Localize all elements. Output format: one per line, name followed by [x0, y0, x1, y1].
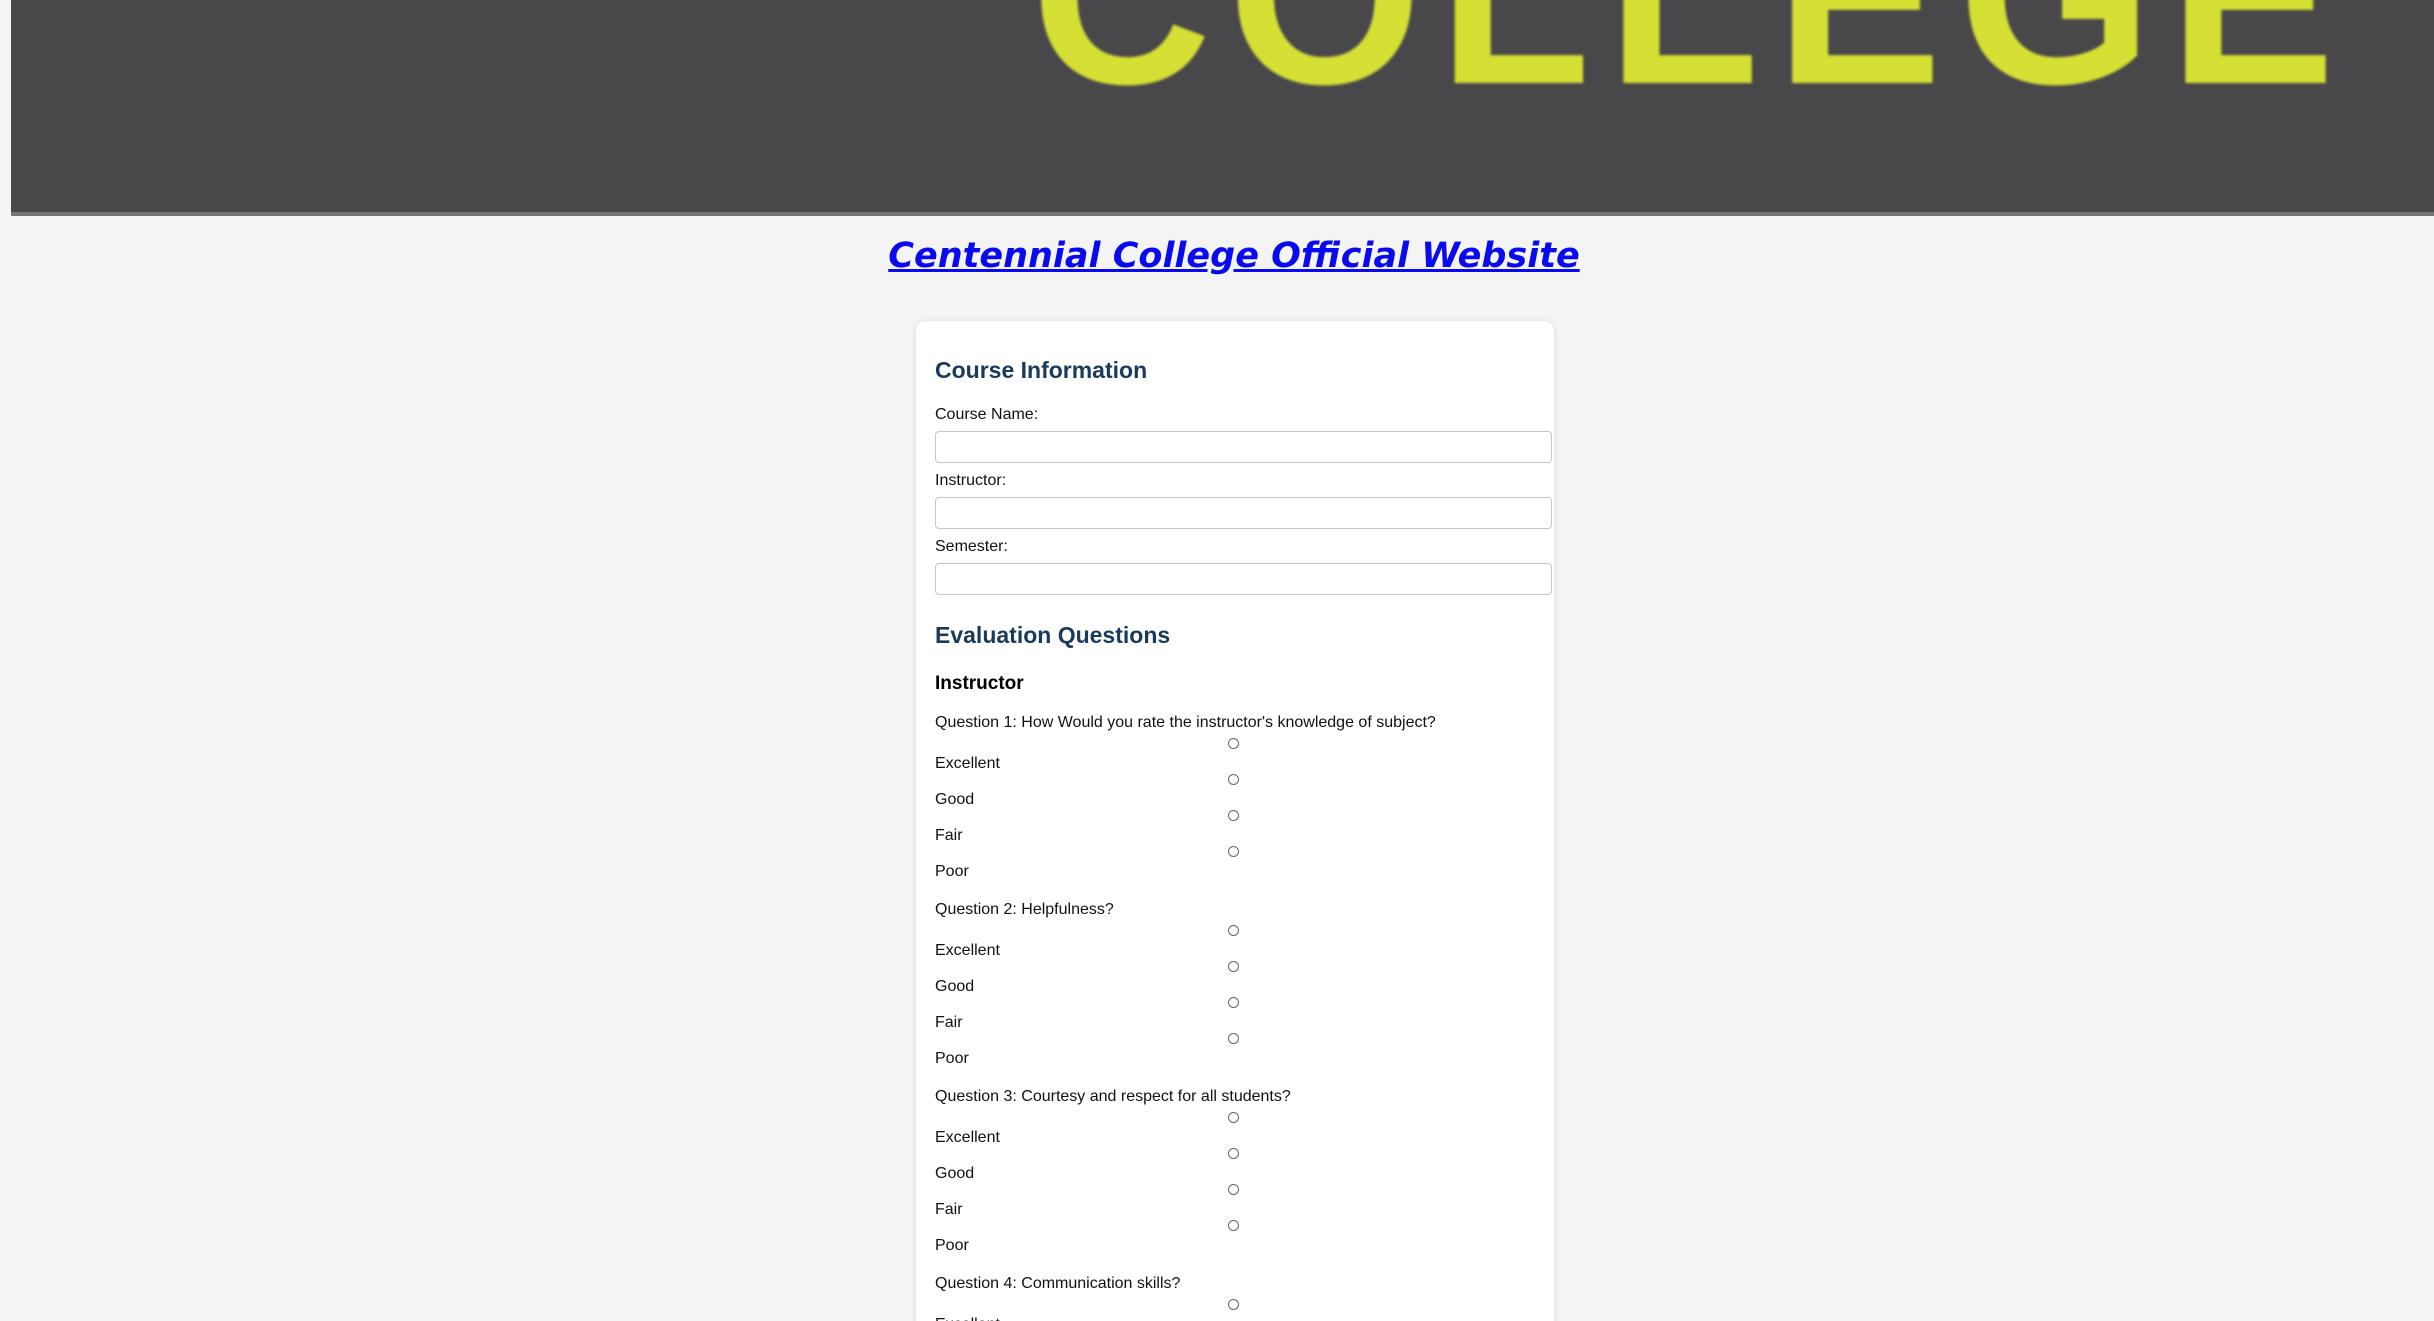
- question-3-text: Question 3: Courtesy and respect for all…: [935, 1088, 1291, 1105]
- course-name-label: Course Name:: [935, 406, 1039, 423]
- q1-fair-radio[interactable]: [1228, 810, 1239, 821]
- q3-good-radio[interactable]: [1228, 1148, 1239, 1159]
- q2-poor-radio[interactable]: [1228, 1033, 1239, 1044]
- q3-poor-label: Poor: [935, 1237, 969, 1254]
- question-4-text: Question 4: Communication skills?: [935, 1275, 1181, 1292]
- instructor-input[interactable]: [935, 497, 1552, 529]
- q4-excellent-radio[interactable]: [1228, 1299, 1239, 1310]
- question-1-text: Question 1: How Would you rate the instr…: [935, 714, 1436, 731]
- q3-poor-radio[interactable]: [1228, 1220, 1239, 1231]
- q1-poor-radio[interactable]: [1228, 846, 1239, 857]
- course-name-input[interactable]: [935, 431, 1552, 463]
- q1-good-radio[interactable]: [1228, 774, 1239, 785]
- q1-good-label: Good: [935, 791, 975, 808]
- instructor-subheading: Instructor: [935, 673, 1024, 694]
- header-banner: COLLEGE: [11, 0, 2434, 216]
- q1-poor-label: Poor: [935, 863, 969, 880]
- official-website-link[interactable]: Centennial College Official Website: [0, 236, 2434, 276]
- q1-excellent-radio[interactable]: [1228, 738, 1239, 749]
- college-logo: COLLEGE: [1031, 0, 2351, 122]
- q2-good-label: Good: [935, 978, 975, 995]
- q3-fair-label: Fair: [935, 1201, 963, 1218]
- q2-excellent-label: Excellent: [935, 942, 1000, 959]
- q2-fair-label: Fair: [935, 1014, 963, 1031]
- q1-fair-label: Fair: [935, 827, 963, 844]
- page: COLLEGE Centennial College Official Webs…: [0, 0, 2434, 1321]
- q3-fair-radio[interactable]: [1228, 1184, 1239, 1195]
- evaluation-form: Course Information Course Name: Instruct…: [916, 321, 1554, 1321]
- q2-poor-label: Poor: [935, 1050, 969, 1067]
- q1-excellent-label: Excellent: [935, 755, 1000, 772]
- q4-excellent-label: Excellent: [935, 1316, 1000, 1321]
- q3-good-label: Good: [935, 1165, 975, 1182]
- question-2-text: Question 2: Helpfulness?: [935, 901, 1114, 918]
- q2-good-radio[interactable]: [1228, 961, 1239, 972]
- q3-excellent-label: Excellent: [935, 1129, 1000, 1146]
- q3-excellent-radio[interactable]: [1228, 1112, 1239, 1123]
- instructor-label: Instructor:: [935, 472, 1007, 489]
- evaluation-heading: Evaluation Questions: [935, 622, 1171, 648]
- semester-label: Semester:: [935, 538, 1008, 555]
- q2-excellent-radio[interactable]: [1228, 925, 1239, 936]
- semester-input[interactable]: [935, 563, 1552, 595]
- q2-fair-radio[interactable]: [1228, 997, 1239, 1008]
- course-info-heading: Course Information: [935, 357, 1148, 383]
